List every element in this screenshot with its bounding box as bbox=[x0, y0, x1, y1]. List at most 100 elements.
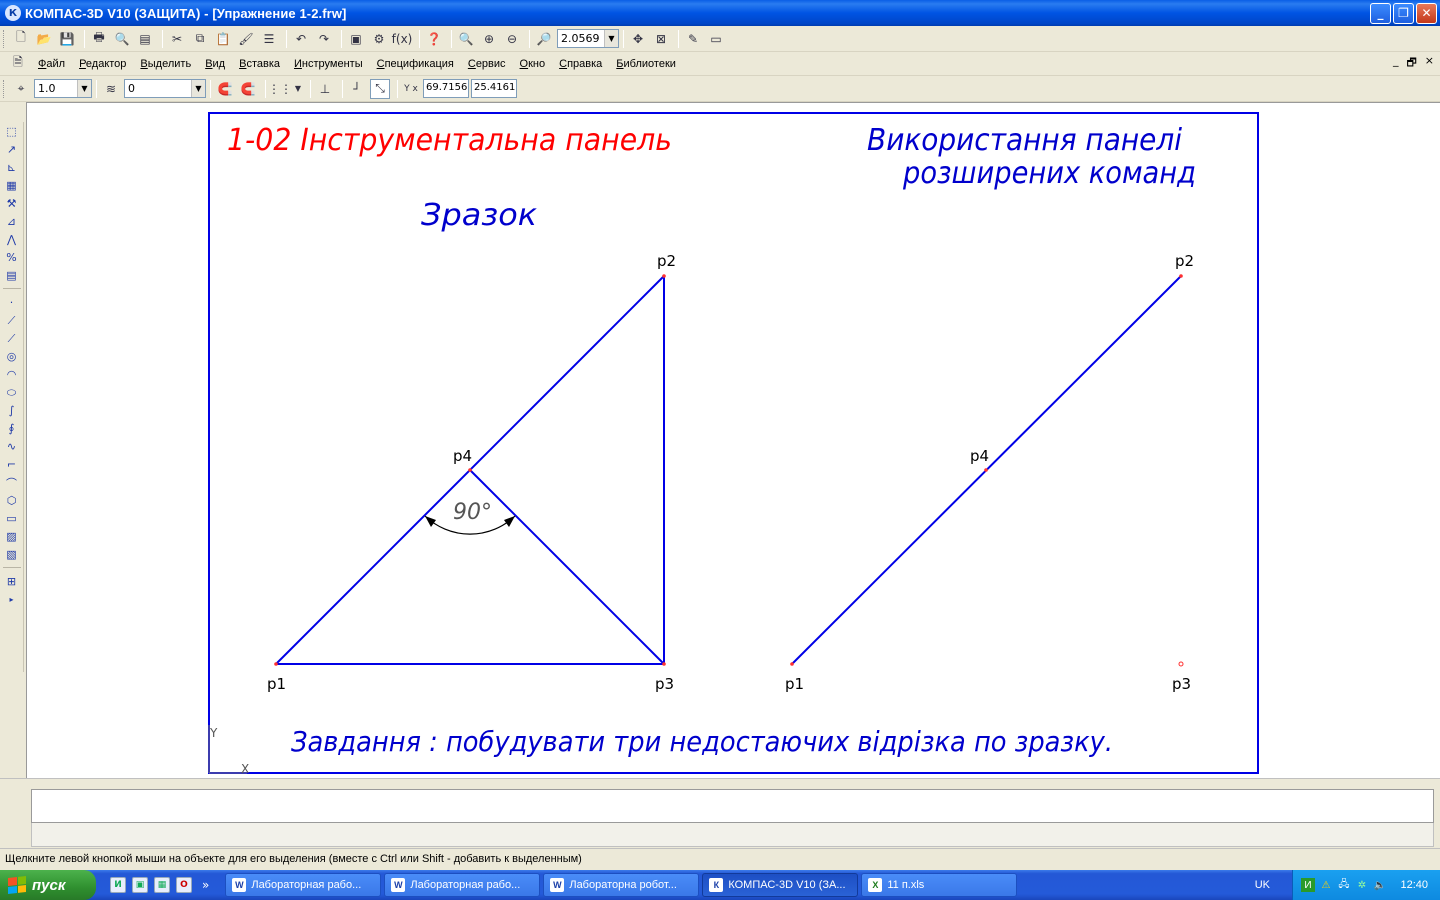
redraw-icon[interactable]: ✎ bbox=[683, 29, 703, 49]
menu-editor[interactable]: Редактор bbox=[72, 58, 133, 70]
polygon-icon[interactable]: ⬡ bbox=[3, 492, 21, 509]
point-p4[interactable] bbox=[468, 468, 472, 472]
quicklaunch-window-icon[interactable]: ▣ bbox=[132, 877, 148, 893]
menu-select[interactable]: Выделить bbox=[133, 58, 198, 70]
collect-contour-icon[interactable]: ⊞ bbox=[3, 573, 21, 590]
exercise-point-p2[interactable] bbox=[1179, 274, 1183, 278]
menu-specification[interactable]: Спецификация bbox=[370, 58, 461, 70]
variables-icon[interactable]: f(x) bbox=[392, 29, 413, 49]
save-icon[interactable]: 💾 bbox=[57, 29, 77, 49]
mdi-close-button[interactable]: × bbox=[1425, 54, 1434, 73]
display-icon[interactable]: ▭ bbox=[706, 29, 726, 49]
tray-network-icon[interactable]: 🖧 bbox=[1337, 878, 1351, 892]
equidistant-icon[interactable]: ▧ bbox=[3, 546, 21, 563]
fillet-icon[interactable]: ⌒ bbox=[3, 474, 21, 491]
point-p2[interactable] bbox=[662, 274, 666, 278]
library-icon[interactable]: ⚙ bbox=[369, 29, 389, 49]
point-p3[interactable] bbox=[662, 662, 666, 666]
snap-magnet-icon[interactable]: 🧲 bbox=[215, 79, 235, 99]
zoom-window-icon[interactable]: 🔍 bbox=[456, 29, 476, 49]
circle-icon[interactable]: ◎ bbox=[3, 348, 21, 365]
segment-icon[interactable]: ⟋ bbox=[3, 330, 21, 347]
zoom-in-icon[interactable]: ⊕ bbox=[479, 29, 499, 49]
undo-icon[interactable]: ↶ bbox=[291, 29, 311, 49]
zoom-scale-icon[interactable]: 🔎 bbox=[534, 29, 554, 49]
spline-icon[interactable]: ∿ bbox=[3, 438, 21, 455]
quicklaunch-opera-icon[interactable]: O bbox=[176, 877, 192, 893]
mdi-restore-button[interactable]: 🗗 bbox=[1406, 54, 1416, 73]
ellipse-icon[interactable]: ⬭ bbox=[3, 384, 21, 401]
menu-file[interactable]: Файл bbox=[31, 58, 72, 70]
clock[interactable]: 12:40 bbox=[1400, 879, 1428, 891]
task-button[interactable]: X 11 п.xls bbox=[861, 873, 1018, 897]
start-button[interactable]: пуск bbox=[0, 870, 96, 900]
quicklaunch-desktop-icon[interactable]: ▦ bbox=[154, 877, 170, 893]
quicklaunch-app-icon[interactable]: И bbox=[110, 877, 126, 893]
menu-view[interactable]: Вид bbox=[198, 58, 232, 70]
cut-icon[interactable]: ✂ bbox=[167, 29, 187, 49]
menu-help[interactable]: Справка bbox=[552, 58, 609, 70]
chamfer-icon[interactable]: ⌐ bbox=[3, 456, 21, 473]
exercise-point-p3[interactable] bbox=[1178, 661, 1184, 667]
close-button[interactable]: ✕ bbox=[1416, 2, 1437, 24]
property-panel-field[interactable] bbox=[31, 789, 1434, 823]
menu-insert[interactable]: Вставка bbox=[232, 58, 287, 70]
task-button[interactable]: W Лабораторная рабо... bbox=[384, 873, 541, 897]
toolbar-grip[interactable] bbox=[3, 79, 7, 98]
y-coordinate-field[interactable]: 25.4161 bbox=[471, 79, 517, 98]
round-icon[interactable]: ⤡ bbox=[370, 78, 390, 99]
chevron-down-icon[interactable]: ▼ bbox=[293, 79, 303, 99]
manager-icon[interactable]: ▣ bbox=[346, 29, 366, 49]
exercise-point-p4[interactable] bbox=[984, 468, 988, 472]
format-painter-icon[interactable]: 🖌 bbox=[236, 29, 256, 49]
designations-icon[interactable]: ⊾ bbox=[3, 159, 21, 176]
pan-icon[interactable]: ✥ bbox=[628, 29, 648, 49]
print-preview-icon[interactable]: 🔍 bbox=[112, 29, 132, 49]
property-panel-tabs[interactable] bbox=[31, 823, 1434, 847]
maximize-button[interactable]: ❐ bbox=[1393, 2, 1414, 24]
associative-views-icon[interactable]: % bbox=[3, 249, 21, 266]
step-combo[interactable]: 1.0 ▼ bbox=[34, 79, 92, 98]
polyline-icon[interactable]: ∫ bbox=[3, 402, 21, 419]
toolbar-grip[interactable] bbox=[3, 29, 7, 48]
menu-libraries[interactable]: Библиотеки bbox=[609, 58, 683, 70]
chevron-down-icon[interactable]: ▼ bbox=[191, 80, 205, 97]
minimize-button[interactable]: _ bbox=[1370, 2, 1391, 24]
measure-icon[interactable]: ⊿ bbox=[3, 213, 21, 230]
redo-icon[interactable]: ↷ bbox=[314, 29, 334, 49]
grid-icon[interactable]: ⋮⋮ bbox=[268, 79, 292, 99]
menu-tools[interactable]: Инструменты bbox=[287, 58, 370, 70]
list-icon[interactable]: ☰ bbox=[259, 29, 279, 49]
chevron-down-icon[interactable]: ▼ bbox=[77, 80, 91, 97]
open-folder-icon[interactable]: 📂 bbox=[34, 29, 54, 49]
aux-line-icon[interactable]: ⟋ bbox=[3, 312, 21, 329]
document-icon[interactable]: 🗎 bbox=[8, 54, 28, 74]
copy-icon[interactable]: ⧉ bbox=[190, 29, 210, 49]
kompas-app-icon[interactable]: К bbox=[5, 5, 21, 21]
show-all-icon[interactable]: ⊠ bbox=[651, 29, 671, 49]
task-button-active[interactable]: К КОМПАС-3D V10 (ЗА... bbox=[702, 873, 859, 897]
menu-window[interactable]: Окно bbox=[513, 58, 553, 70]
bezier-icon[interactable]: ∮ bbox=[3, 420, 21, 437]
geometry-icon[interactable]: ⬚ bbox=[3, 123, 21, 140]
language-indicator[interactable]: UK bbox=[1255, 879, 1270, 891]
properties-icon[interactable]: ▤ bbox=[135, 29, 155, 49]
tray-warning-icon[interactable]: ⚠ bbox=[1319, 878, 1333, 892]
quicklaunch-more-icon[interactable]: » bbox=[202, 878, 209, 892]
task-button[interactable]: W Лабораторная рабо... bbox=[225, 873, 382, 897]
paste-icon[interactable]: 📋 bbox=[213, 29, 233, 49]
mdi-minimize-button[interactable]: _ bbox=[1393, 54, 1399, 73]
local-cs-icon[interactable]: ⊥ bbox=[315, 79, 335, 99]
cursor-step-icon[interactable]: ⌖ bbox=[11, 79, 31, 99]
menu-service[interactable]: Сервис bbox=[461, 58, 513, 70]
rectangle-icon[interactable]: ▭ bbox=[3, 510, 21, 527]
parametrization-icon[interactable]: ⚒ bbox=[3, 195, 21, 212]
drawing-svg[interactable]: 1-02 Інструментальна панель Використання… bbox=[27, 103, 1440, 779]
x-coordinate-field[interactable]: 69.7156 bbox=[423, 79, 469, 98]
local-snap-icon[interactable]: 🧲 bbox=[238, 79, 258, 99]
arc-icon[interactable]: ◠ bbox=[3, 366, 21, 383]
print-icon[interactable]: 🖶 bbox=[89, 29, 109, 49]
help-pointer-icon[interactable]: ❓ bbox=[424, 29, 444, 49]
spec-icon[interactable]: ▤ bbox=[3, 267, 21, 284]
zoom-combo[interactable]: 2.0569 ▼ bbox=[557, 29, 619, 48]
